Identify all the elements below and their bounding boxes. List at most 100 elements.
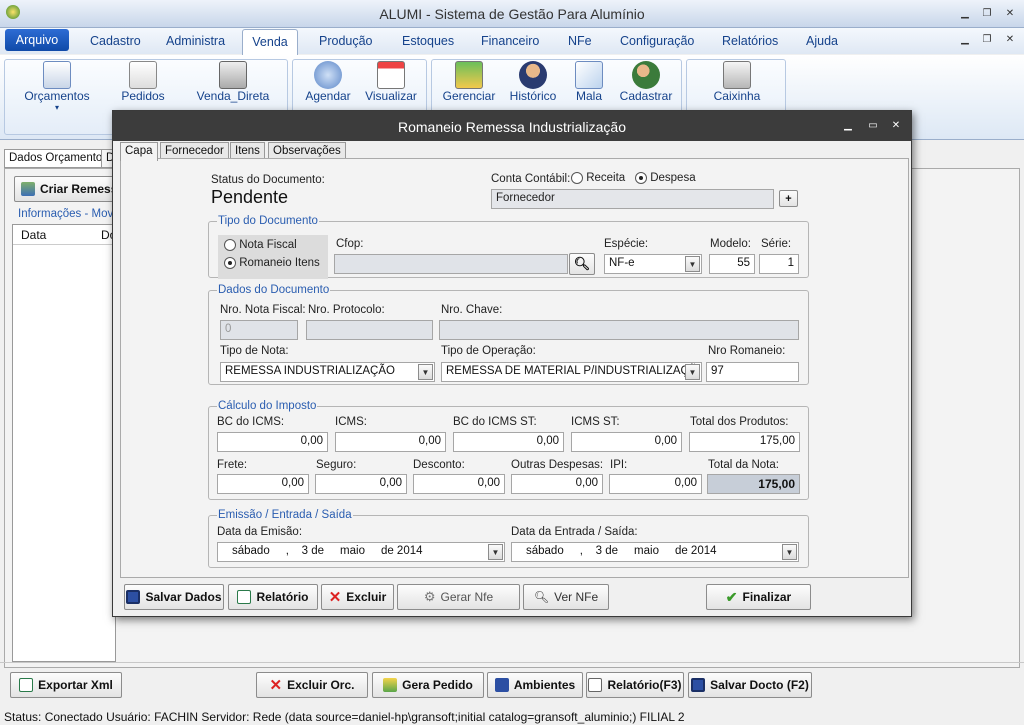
- data-entrada-picker[interactable]: sábado , 3 de maio de 2014 ▼: [511, 542, 799, 562]
- tab-capa[interactable]: Capa: [120, 142, 158, 161]
- dialog-maximize-icon[interactable]: ▭: [866, 120, 880, 132]
- data-emissao-picker[interactable]: sábado , 3 de maio de 2014 ▼: [217, 542, 505, 562]
- salvar-dados-button[interactable]: Salvar Dados: [124, 584, 224, 610]
- pedidos-button[interactable]: Pedidos: [112, 61, 174, 103]
- mdi-close-icon[interactable]: ✕: [1003, 34, 1017, 46]
- cfop-search-button[interactable]: 🔍︎: [569, 253, 595, 275]
- caixinha-label: Caixinha: [713, 89, 761, 103]
- bc-icms-st-field[interactable]: 0,00: [453, 432, 564, 452]
- seguro-field[interactable]: 0,00: [315, 474, 407, 494]
- dialog-minimize-icon[interactable]: ▁: [841, 120, 855, 132]
- fornecedor-field[interactable]: Fornecedor: [491, 189, 774, 209]
- maximize-icon[interactable]: ❐: [980, 8, 994, 20]
- protocolo-field[interactable]: [306, 320, 433, 340]
- relatorio-button[interactable]: Relatório: [228, 584, 318, 610]
- tipo-nota-select[interactable]: REMESSA INDUSTRIALIZAÇÃO ▼: [220, 362, 435, 382]
- serie-field[interactable]: 1: [759, 254, 799, 274]
- orcamentos-button[interactable]: Orçamentos ▾: [20, 61, 94, 112]
- mala-button[interactable]: Mala: [566, 61, 612, 103]
- excluir-orc-button[interactable]: ✕ Excluir Orc.: [256, 672, 368, 698]
- menu-administra[interactable]: Administra: [166, 31, 225, 51]
- relatorio-f3-button[interactable]: Relatório(F3): [586, 672, 684, 698]
- criar-remessa-button[interactable]: Criar Remess: [14, 176, 124, 202]
- agendar-button[interactable]: Agendar: [300, 61, 356, 103]
- romaneio-itens-radio-icon: [224, 257, 236, 269]
- modelo-field[interactable]: 55: [709, 254, 755, 274]
- nota-fiscal-radio[interactable]: Nota Fiscal: [224, 239, 297, 251]
- especie-select[interactable]: NF-e ▼: [604, 254, 702, 274]
- menu-cadastro[interactable]: Cadastro: [90, 31, 141, 51]
- menu-arquivo[interactable]: Arquivo: [5, 29, 69, 51]
- frete-field[interactable]: 0,00: [217, 474, 309, 494]
- desconto-field[interactable]: 0,00: [413, 474, 505, 494]
- historico-button[interactable]: Histórico: [505, 61, 561, 103]
- venda-direta-button[interactable]: Venda_Direta: [192, 61, 274, 103]
- ver-nfe-label: Ver NFe: [554, 590, 599, 604]
- receita-radio[interactable]: Receita: [571, 172, 625, 184]
- gerenciar-button[interactable]: Gerenciar: [440, 61, 498, 103]
- ambientes-button[interactable]: Ambientes: [487, 672, 583, 698]
- icms-st-field[interactable]: 0,00: [571, 432, 682, 452]
- info-list[interactable]: Data Do: [12, 224, 116, 662]
- dialog-close-icon[interactable]: ✕: [889, 120, 903, 132]
- mdi-minimize-icon[interactable]: ▁: [958, 34, 972, 46]
- caixinha-button[interactable]: Caixinha: [704, 61, 770, 103]
- menu-relatorios[interactable]: Relatórios: [722, 31, 778, 51]
- chevron-down-icon[interactable]: ▼: [418, 364, 433, 380]
- visualizar-button[interactable]: Visualizar: [362, 61, 420, 103]
- cfop-field[interactable]: [334, 254, 568, 274]
- calendar-dropdown-icon[interactable]: ▼: [782, 544, 797, 560]
- excluir-button[interactable]: ✕ Excluir: [321, 584, 394, 610]
- chevron-down-icon[interactable]: ▼: [685, 256, 700, 272]
- gera-pedido-button[interactable]: Gera Pedido: [372, 672, 484, 698]
- cadastrar-button[interactable]: Cadastrar: [616, 61, 676, 103]
- frete-label: Frete:: [217, 459, 248, 471]
- icms-field[interactable]: 0,00: [335, 432, 446, 452]
- romaneio-itens-radio[interactable]: Romaneio Itens: [224, 257, 320, 269]
- tab-dados-orcamento[interactable]: Dados Orçamento: [4, 149, 108, 168]
- relatorio-f3-label: Relatório(F3): [607, 678, 682, 692]
- outras-despesas-field[interactable]: 0,00: [511, 474, 603, 494]
- bc-icms-field[interactable]: 0,00: [217, 432, 328, 452]
- data-entrada-label: Data da Entrada / Saída:: [511, 526, 638, 538]
- search-icon: 🔍︎: [533, 590, 550, 604]
- finalizar-button[interactable]: ✔ Finalizar: [706, 584, 811, 610]
- ipi-field[interactable]: 0,00: [609, 474, 702, 494]
- menu-venda[interactable]: Venda: [242, 29, 298, 56]
- col-data[interactable]: Data: [21, 228, 46, 242]
- total-nota-field: 175,00: [707, 474, 800, 494]
- cash-icon: [723, 61, 751, 89]
- historico-label: Histórico: [509, 89, 557, 103]
- nro-nf-field[interactable]: 0: [220, 320, 298, 340]
- especie-label: Espécie:: [604, 238, 649, 250]
- menu-nfe[interactable]: NFe: [568, 31, 592, 51]
- relatorio-label: Relatório: [256, 590, 309, 604]
- exportar-xml-button[interactable]: Exportar Xml: [10, 672, 122, 698]
- menu-configuracao[interactable]: Configuração: [620, 31, 694, 51]
- conta-contabil-label: Conta Contábil:: [491, 173, 571, 185]
- calendar-dropdown-icon[interactable]: ▼: [488, 544, 503, 560]
- status-label: Status do Documento:: [211, 174, 325, 186]
- menu-financeiro[interactable]: Financeiro: [481, 31, 539, 51]
- ver-nfe-button[interactable]: 🔍︎ Ver NFe: [523, 584, 609, 610]
- menu-estoques[interactable]: Estoques: [402, 31, 454, 51]
- chevron-down-icon[interactable]: ▼: [685, 364, 700, 380]
- despesa-radio[interactable]: Despesa: [635, 172, 696, 184]
- salvar-docto-button[interactable]: Salvar Docto (F2): [688, 672, 812, 698]
- tipo-operacao-select[interactable]: REMESSA DE MATERIAL P/INDUSTRIALIZAÇÃ ▼: [441, 362, 702, 382]
- minimize-icon[interactable]: ▁: [958, 8, 972, 20]
- nro-romaneio-field[interactable]: 97: [706, 362, 799, 382]
- despesa-label: Despesa: [650, 172, 696, 185]
- gerar-nfe-button[interactable]: ⚙ Gerar Nfe: [397, 584, 520, 610]
- chave-label: Nro. Chave:: [441, 304, 503, 316]
- pedidos-icon: [129, 61, 157, 89]
- mdi-restore-icon[interactable]: ❐: [980, 34, 994, 46]
- person-icon: [519, 61, 547, 89]
- menu-producao[interactable]: Produção: [319, 31, 373, 51]
- menu-ajuda[interactable]: Ajuda: [806, 31, 838, 51]
- romaneio-itens-label: Romaneio Itens: [239, 257, 320, 270]
- total-produtos-field[interactable]: 175,00: [689, 432, 800, 452]
- chave-field[interactable]: [439, 320, 799, 340]
- close-icon[interactable]: ✕: [1003, 8, 1017, 20]
- add-fornecedor-button[interactable]: +: [779, 190, 798, 207]
